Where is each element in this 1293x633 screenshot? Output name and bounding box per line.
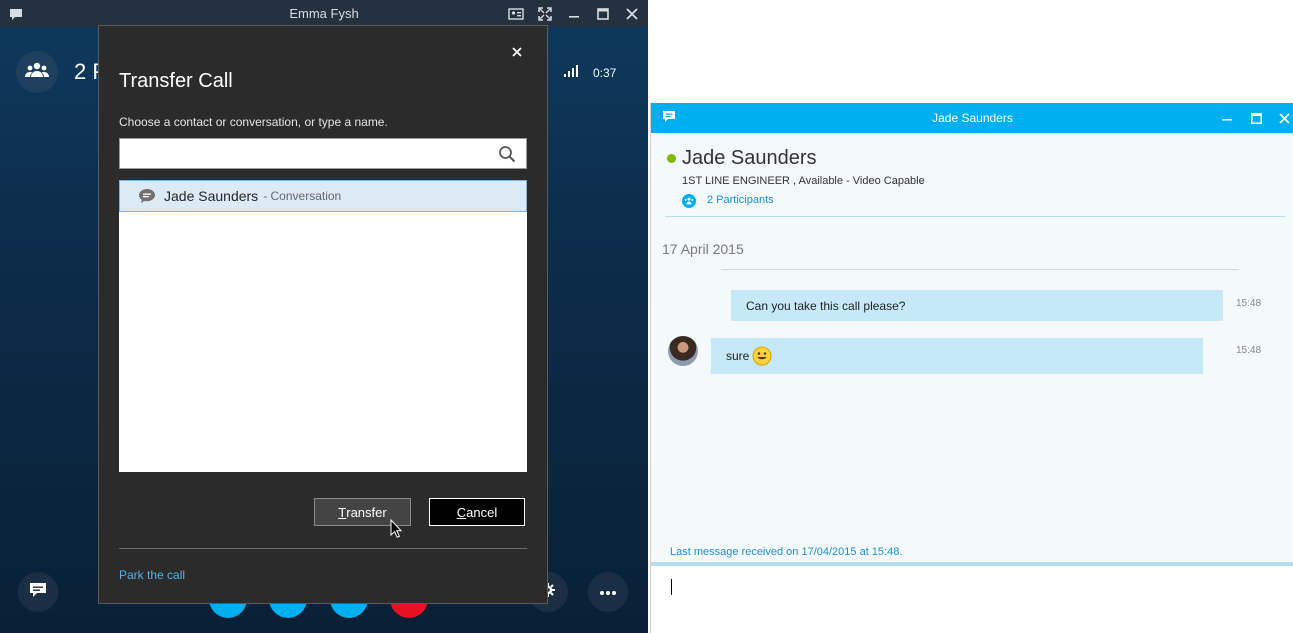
smiley-icon bbox=[752, 346, 772, 366]
dialog-instruction: Choose a contact or conversation, or typ… bbox=[119, 115, 388, 129]
emoticon-icon[interactable] bbox=[1203, 628, 1219, 633]
call-timer: 0:37 bbox=[593, 66, 617, 80]
contact-card-icon[interactable] bbox=[506, 4, 526, 24]
send-icon[interactable] bbox=[1242, 628, 1256, 633]
transfer-label: ransfer bbox=[346, 504, 387, 520]
avatar[interactable] bbox=[668, 336, 698, 366]
result-type-label: - Conversation bbox=[263, 189, 342, 203]
dialog-title: Transfer Call bbox=[119, 70, 233, 92]
contact-search-box[interactable] bbox=[119, 138, 527, 169]
close-icon[interactable] bbox=[508, 43, 526, 61]
results-list: Jade Saunders - Conversation bbox=[119, 180, 527, 472]
more-icon bbox=[599, 583, 617, 601]
date-label: 17 April 2015 bbox=[662, 241, 744, 257]
maximize-icon[interactable] bbox=[593, 4, 613, 24]
attach-icon[interactable] bbox=[1132, 628, 1144, 633]
list-item[interactable]: Jade Saunders - Conversation bbox=[119, 180, 527, 212]
header-divider bbox=[665, 216, 1285, 217]
contact-search-input[interactable] bbox=[120, 139, 490, 168]
close-icon[interactable] bbox=[1275, 109, 1293, 127]
maximize-icon[interactable] bbox=[1247, 109, 1265, 127]
conversation-icon bbox=[138, 188, 156, 204]
minimize-icon[interactable] bbox=[564, 4, 584, 24]
signal-bars-icon bbox=[563, 64, 579, 83]
dialog-divider bbox=[119, 548, 527, 549]
participants-avatar[interactable] bbox=[16, 51, 58, 93]
participants-link[interactable]: 2 Participants bbox=[707, 194, 774, 206]
call-titlebar: Emma Fysh bbox=[0, 0, 648, 27]
date-divider bbox=[721, 269, 1239, 270]
park-the-call-link[interactable]: Park the call bbox=[119, 568, 185, 582]
people-icon bbox=[682, 194, 696, 208]
fullscreen-icon[interactable] bbox=[535, 4, 555, 24]
conversation-titlebar: Jade Saunders bbox=[651, 103, 1293, 133]
contact-status: 1ST LINE ENGINEER , Available - Video Ca… bbox=[682, 175, 925, 187]
message-text: sure bbox=[726, 349, 750, 363]
conversation-window-title: Jade Saunders bbox=[932, 111, 1013, 125]
cancel-label: ancel bbox=[466, 504, 498, 520]
cancel-button[interactable]: Cancel bbox=[429, 498, 525, 526]
minimize-icon[interactable] bbox=[1218, 109, 1236, 127]
message-bubble: Can you take this call please? bbox=[731, 290, 1223, 321]
message-bubble: sure bbox=[711, 338, 1203, 374]
chat-button[interactable] bbox=[18, 572, 58, 612]
conversation-window: Jade Saunders Jade Saunders 1ST LINE ENG… bbox=[650, 103, 1293, 633]
contact-name: Jade Saunders bbox=[682, 147, 817, 169]
ink-icon[interactable] bbox=[1172, 628, 1178, 633]
message-text: Can you take this call please? bbox=[746, 298, 906, 313]
search-icon[interactable] bbox=[496, 143, 518, 165]
message-time: 15:48 bbox=[1236, 345, 1262, 356]
transfer-accelerator: T bbox=[338, 504, 347, 520]
message-time: 15:48 bbox=[1236, 298, 1262, 309]
mouse-cursor-icon bbox=[390, 518, 403, 543]
people-icon bbox=[25, 61, 49, 84]
text-caret bbox=[671, 579, 672, 595]
close-icon[interactable] bbox=[622, 4, 642, 24]
transfer-call-dialog: Transfer Call Choose a contact or conver… bbox=[98, 25, 548, 604]
more-options-button[interactable] bbox=[588, 572, 628, 612]
cancel-accelerator: C bbox=[456, 504, 467, 520]
result-contact-name: Jade Saunders bbox=[164, 188, 259, 204]
last-message-info: Last message received on 17/04/2015 at 1… bbox=[670, 546, 903, 558]
chat-bubble-icon bbox=[28, 581, 48, 604]
message-input[interactable] bbox=[651, 566, 1293, 633]
presence-indicator bbox=[667, 154, 676, 163]
